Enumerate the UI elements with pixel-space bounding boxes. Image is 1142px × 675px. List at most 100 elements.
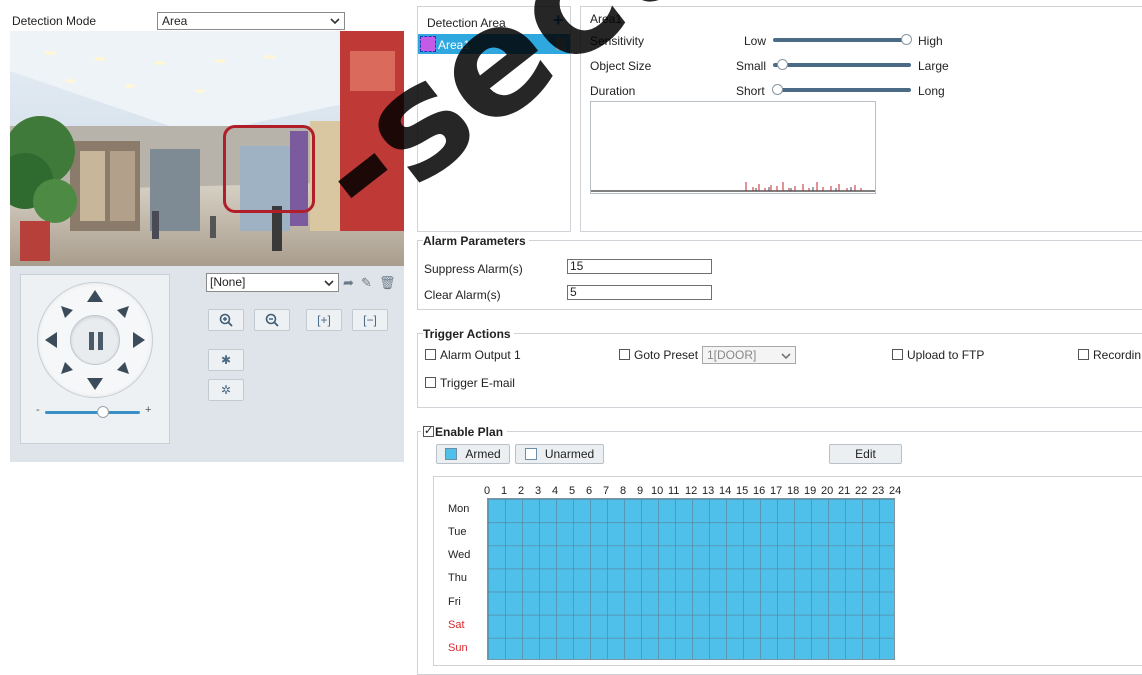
arrow-right-icon[interactable] [133, 332, 145, 348]
suppress-alarm-input[interactable]: 15 [567, 259, 712, 274]
ptz-arrows [45, 290, 145, 390]
alarm-parameters-group [417, 240, 1142, 310]
hour-label: 18 [787, 485, 800, 497]
chevron-down-icon [324, 280, 334, 287]
focus-far-button[interactable]: [−] [352, 309, 388, 331]
upload-ftp-checkbox[interactable] [892, 349, 903, 360]
schedule-grid[interactable] [487, 498, 895, 660]
activity-plot [591, 182, 875, 192]
ptz-speed-slider[interactable] [45, 411, 140, 414]
unarmed-button[interactable]: Unarmed [515, 444, 604, 464]
sensitivity-slider[interactable] [773, 38, 911, 42]
alarm-output-checkbox[interactable] [425, 349, 436, 360]
armed-label: Armed [465, 447, 501, 461]
duration-high-label: Long [918, 84, 945, 98]
focus-near-icon: [+] [317, 313, 331, 327]
hour-label: 14 [719, 485, 732, 497]
hour-label: 15 [736, 485, 749, 497]
chevron-down-icon [330, 18, 340, 25]
hour-label: 17 [770, 485, 783, 497]
hour-label: 0 [484, 485, 491, 497]
object-size-knob[interactable] [777, 59, 788, 70]
goto-preset-checkbox[interactable] [619, 349, 630, 360]
wiper-icon: ✲ [220, 383, 232, 397]
day-label: Thu [448, 572, 467, 585]
hour-label: 1 [501, 485, 508, 497]
preset-select-value: [None] [210, 275, 246, 289]
arrow-down-icon[interactable] [87, 378, 103, 390]
detection-mode-select[interactable]: Area [157, 12, 345, 30]
focus-far-icon: [−] [363, 313, 377, 327]
day-label: Mon [448, 503, 470, 515]
ptz-speed-knob[interactable] [97, 406, 109, 418]
upload-ftp-label: Upload to FTP [907, 348, 985, 362]
light-button[interactable]: ✱ [208, 349, 244, 371]
duration-low-label: Short [736, 84, 765, 98]
arrow-up-icon[interactable] [87, 290, 103, 302]
zoom-out-button[interactable] [254, 309, 290, 331]
wiper-button[interactable]: ✲ [208, 379, 244, 401]
hour-label: 10 [651, 485, 664, 497]
chevron-down-icon [781, 353, 791, 360]
arrow-up-left-icon[interactable] [61, 306, 73, 318]
speed-plus-icon: + [145, 404, 152, 416]
hour-label: 2 [518, 485, 525, 497]
edit-preset-icon[interactable]: ✎ [361, 275, 372, 291]
duration-slider[interactable] [773, 88, 911, 92]
object-size-high-label: Large [918, 59, 949, 73]
goto-preset-select[interactable]: 1[DOOR] [702, 346, 796, 364]
alarm-output-label: Alarm Output 1 [440, 348, 521, 362]
trigger-actions-title: Trigger Actions [423, 327, 514, 341]
detection-mode-value: Area [162, 14, 188, 28]
day-label: Sun [448, 641, 468, 654]
arrow-left-icon[interactable] [45, 332, 57, 348]
zoom-out-icon [265, 313, 279, 327]
object-size-low-label: Small [736, 59, 767, 73]
recording-label: Recordin [1093, 348, 1142, 362]
alarm-parameters-title: Alarm Parameters [423, 234, 529, 248]
hour-label: 23 [872, 485, 885, 497]
focus-near-button[interactable]: [+] [306, 309, 342, 331]
zoom-in-button[interactable] [208, 309, 244, 331]
armed-button[interactable]: Armed [436, 444, 510, 464]
trigger-email-checkbox[interactable] [425, 377, 436, 388]
arrow-up-right-icon[interactable] [117, 306, 129, 318]
goto-preset-value: 1[DOOR] [707, 348, 757, 362]
edit-plan-button[interactable]: Edit [829, 444, 902, 464]
hour-label: 9 [637, 485, 644, 497]
motion-activity-graph [590, 101, 876, 194]
hour-label: 7 [603, 485, 610, 497]
hour-label: 22 [855, 485, 868, 497]
arrow-down-right-icon[interactable] [117, 362, 129, 374]
sensitivity-high-label: High [918, 34, 943, 48]
sensitivity-knob[interactable] [901, 34, 912, 45]
trigger-email-label: Trigger E-mail [440, 376, 515, 390]
day-label: Sat [448, 618, 465, 631]
day-label: Wed [448, 549, 471, 562]
clear-alarm-label: Clear Alarm(s) [424, 288, 501, 302]
snowflake-icon: ✱ [220, 353, 232, 367]
enable-plan-checkbox[interactable] [423, 424, 434, 437]
detection-mode-label: Detection Mode [12, 14, 97, 28]
delete-preset-icon[interactable]: 🗑 [379, 275, 396, 291]
hour-label: 20 [821, 485, 834, 497]
hour-label: 13 [702, 485, 715, 497]
hour-label: 16 [753, 485, 766, 497]
clear-alarm-input[interactable]: 5 [567, 285, 712, 300]
hour-label: 12 [685, 485, 698, 497]
hour-label: 11 [668, 485, 680, 497]
speed-minus-icon: - [36, 404, 40, 416]
trigger-actions-group [417, 333, 1142, 408]
duration-knob[interactable] [772, 84, 783, 95]
arrow-down-left-icon[interactable] [61, 362, 73, 374]
goto-preset-icon[interactable]: ➦ [343, 275, 354, 291]
enable-plan-label: Enable Plan [435, 425, 507, 439]
object-size-slider[interactable] [773, 63, 911, 67]
hour-label: 6 [586, 485, 593, 497]
preset-select[interactable]: [None] [206, 273, 339, 292]
goto-preset-label: Goto Preset [634, 348, 699, 362]
hour-label: 19 [804, 485, 817, 497]
recording-checkbox[interactable] [1078, 349, 1089, 360]
unarmed-swatch [524, 448, 537, 460]
hour-label: 24 [889, 485, 902, 497]
